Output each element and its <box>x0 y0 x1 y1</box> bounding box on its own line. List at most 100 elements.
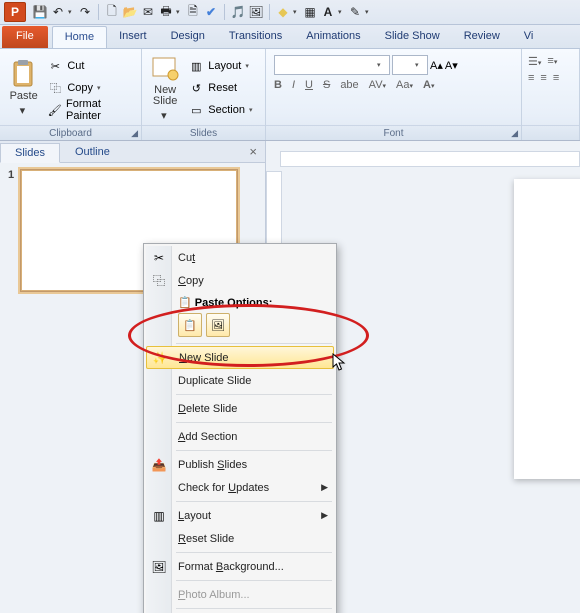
format-painter-button[interactable]: 🖌 Format Painter <box>43 99 137 121</box>
new-slide-button[interactable]: NewSlide ▾ <box>146 51 184 125</box>
paste-option-picture[interactable]: 🖼 <box>206 313 230 337</box>
submenu-arrow-icon: ▶ <box>321 510 328 521</box>
ctx-layout[interactable]: ▥ Layout ▶ <box>146 504 334 527</box>
layout-icon: ▥ <box>151 508 167 524</box>
ctx-publish-slides[interactable]: 📤 Publish Slides <box>146 453 334 476</box>
context-menu: ✂ Cut ⿻ Copy 📋 Paste Options: 📋 🖼 ✨ New … <box>143 243 337 613</box>
tab-home[interactable]: Home <box>52 26 107 48</box>
char-spacing-button[interactable]: AV▾ <box>369 79 386 91</box>
numbering-button[interactable]: ≡▾ <box>547 55 557 68</box>
ctx-format-background[interactable]: 🖼 Format Background... <box>146 555 334 578</box>
print-preview-icon[interactable]: 🗎 <box>185 4 201 20</box>
spelling-icon[interactable]: ✔ <box>203 4 219 20</box>
tab-transitions[interactable]: Transitions <box>217 26 294 48</box>
new-slide-icon <box>149 55 181 83</box>
align-center-button[interactable]: ≡ <box>540 72 546 84</box>
change-case-button[interactable]: Aa▾ <box>396 79 413 91</box>
picture-icon[interactable]: 🖼 <box>248 4 264 20</box>
ruler-horizontal <box>280 151 580 167</box>
reset-button[interactable]: ↺ Reset <box>184 77 261 99</box>
panel-tab-slides[interactable]: Slides <box>0 143 60 163</box>
group-font: ▾ ▾ A▴ A▾ B I U S abe AV▾ Aa▾ A▾ Font◢ <box>266 49 522 140</box>
paste-picture-icon: 🖼 <box>211 319 225 332</box>
paste-icon <box>8 60 40 88</box>
layout-icon: ▥ <box>188 58 204 74</box>
shape-fill-icon[interactable]: ◆ <box>275 4 291 20</box>
open-file-icon[interactable]: 📂 <box>122 4 138 20</box>
dialog-launcher-icon[interactable]: ◢ <box>511 128 518 139</box>
ribbon-tabs: File Home Insert Design Transitions Anim… <box>0 25 580 49</box>
group-paragraph: ☰▾ ≡▾ ≡ ≡ ≡ <box>522 49 580 140</box>
underline-button[interactable]: U <box>305 79 313 91</box>
ctx-add-section[interactable]: Add Section <box>146 425 334 448</box>
reset-icon: ↺ <box>188 80 204 96</box>
mail-icon[interactable]: ✉ <box>140 4 156 20</box>
ctx-duplicate-slide[interactable]: Duplicate Slide <box>146 369 334 392</box>
tab-file[interactable]: File <box>2 26 48 48</box>
submenu-arrow-icon: ▶ <box>321 482 328 493</box>
paintbrush-icon: 🖌 <box>47 102 62 118</box>
font-color-button[interactable]: A▾ <box>423 79 434 91</box>
ctx-reset-slide[interactable]: Reset Slide <box>146 527 334 550</box>
tab-cut[interactable]: Vi <box>512 26 546 48</box>
section-icon: ▭ <box>188 102 204 118</box>
ctx-cut[interactable]: ✂ Cut <box>146 246 334 269</box>
bullets-button[interactable]: ☰▾ <box>528 55 541 68</box>
paste-theme-icon: 📋 <box>183 319 197 332</box>
align-left-button[interactable]: ≡ <box>528 72 534 84</box>
cut-button[interactable]: ✂ Cut <box>43 55 137 77</box>
save-icon[interactable]: 💾 <box>32 4 48 20</box>
shadow-button[interactable]: abe <box>340 79 358 91</box>
font-color-letter-icon[interactable]: A <box>320 4 336 20</box>
font-color-pen-icon[interactable]: ✎ <box>347 4 363 20</box>
font-family-combo[interactable]: ▾ <box>274 55 390 75</box>
scissors-icon: ✂ <box>47 58 63 74</box>
ctx-photo-album: Photo Album... <box>146 583 334 606</box>
dialog-launcher-icon[interactable]: ◢ <box>131 128 138 139</box>
ctx-delete-slide[interactable]: Delete Slide <box>146 397 334 420</box>
section-button[interactable]: ▭ Section▾ <box>184 99 261 121</box>
publish-icon: 📤 <box>151 457 167 473</box>
layout-button[interactable]: ▥ Layout▾ <box>184 55 261 77</box>
align-right-button[interactable]: ≡ <box>553 72 559 84</box>
strike-button[interactable]: S <box>323 79 330 91</box>
panel-close-icon[interactable]: × <box>241 142 265 162</box>
tab-slideshow[interactable]: Slide Show <box>373 26 452 48</box>
powerpoint-app-icon[interactable]: P <box>4 2 26 22</box>
tab-insert[interactable]: Insert <box>107 26 159 48</box>
ctx-check-updates[interactable]: Check for Updates ▶ <box>146 476 334 499</box>
ctx-copy[interactable]: ⿻ Copy <box>146 269 334 292</box>
font-size-combo[interactable]: ▾ <box>392 55 428 75</box>
panel-tab-outline[interactable]: Outline <box>60 142 125 162</box>
paste-button[interactable]: Paste ▾ <box>4 51 43 125</box>
undo-icon[interactable]: ↶ <box>50 4 66 20</box>
ctx-new-slide[interactable]: ✨ New Slide <box>146 346 334 369</box>
quick-access-toolbar: P 💾 ↶▾ ↷ 🗋 📂 ✉ 🖶▾ 🗎 ✔ 🎵 🖼 ◆▾ ▦ A▾ ✎▾ <box>0 0 580 25</box>
copy-icon: ⿻ <box>47 80 63 96</box>
thumb-number: 1 <box>8 169 14 292</box>
tab-animations[interactable]: Animations <box>294 26 372 48</box>
paste-option-theme[interactable]: 📋 <box>178 313 202 337</box>
tab-review[interactable]: Review <box>452 26 512 48</box>
redo-icon[interactable]: ↷ <box>77 4 93 20</box>
media-icon[interactable]: 🎵 <box>230 4 246 20</box>
ctx-paste-options-label: 📋 Paste Options: <box>146 292 334 311</box>
slide-canvas[interactable] <box>514 179 580 479</box>
quick-print-icon[interactable]: 🖶 <box>158 4 174 20</box>
scissors-icon: ✂ <box>151 250 167 266</box>
increase-font-icon[interactable]: A▴ <box>430 59 443 72</box>
group-slides: NewSlide ▾ ▥ Layout▾ ↺ Reset ▭ Section▾ … <box>142 49 266 140</box>
group-clipboard: Paste ▾ ✂ Cut ⿻ Copy▾ 🖌 Format Painter C… <box>0 49 142 140</box>
decrease-font-icon[interactable]: A▾ <box>445 59 458 72</box>
tab-design[interactable]: Design <box>159 26 217 48</box>
table-icon[interactable]: ▦ <box>302 4 318 20</box>
new-slide-icon: ✨ <box>152 350 168 366</box>
format-background-icon: 🖼 <box>151 559 167 575</box>
new-file-icon[interactable]: 🗋 <box>104 4 120 20</box>
ribbon: Paste ▾ ✂ Cut ⿻ Copy▾ 🖌 Format Painter C… <box>0 49 580 141</box>
clipboard-icon: 📋 <box>178 297 192 309</box>
copy-icon: ⿻ <box>151 273 167 289</box>
copy-button[interactable]: ⿻ Copy▾ <box>43 77 137 99</box>
bold-button[interactable]: B <box>274 79 282 91</box>
italic-button[interactable]: I <box>292 79 295 91</box>
